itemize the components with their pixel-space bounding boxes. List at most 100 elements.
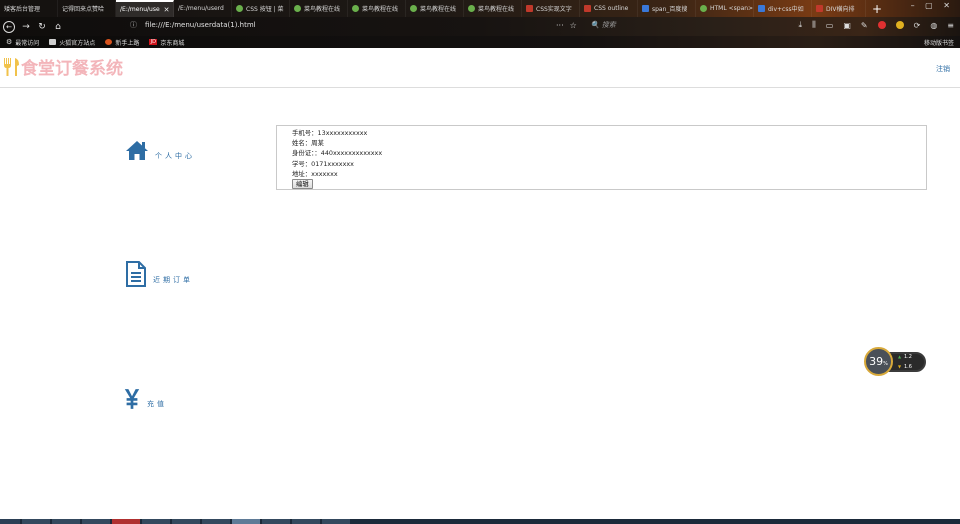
speed-unit: % [883,360,888,367]
student-id-field: 学号：0171xxxxxxx [292,159,354,168]
browser-tab[interactable]: CSS outline [580,0,638,17]
tab-label: CSS outline [594,5,629,12]
taskbar-item[interactable] [232,519,260,524]
taskbar-item[interactable] [202,519,230,524]
mobile-bookmarks[interactable]: 移动版书签 [924,38,954,47]
upload-speed: 1.2 [904,354,912,360]
browser-tab[interactable]: 菜鸟教程在线 [464,0,522,17]
bookmark-label: 京东商城 [160,39,185,47]
bookmark-getting-started[interactable]: 新手上路 [105,38,139,47]
tab-label: /E:/menu/userd [178,5,224,12]
browser-tab[interactable]: CSS实现文字 [522,0,580,17]
upload-arrow-icon: ▲ [898,354,902,359]
tab-favicon-icon [700,5,707,12]
search-placeholder: 搜索 [601,21,616,29]
download-icon[interactable]: ⤓ [799,20,803,30]
browser-tab[interactable]: 矮客后台管理 [0,0,58,17]
taskbar-item[interactable] [262,519,290,524]
screenshot-icon[interactable]: ▣ [843,21,851,30]
browser-tab-active[interactable]: /E:/menu/use ✕ [116,0,174,17]
id-card-field: 身份证：：440xxxxxxxxxxxxx [292,149,383,158]
back-arrow-icon[interactable]: ← [3,20,15,33]
browser-nav-bar: ← → ↻ ⌂ ⓘ file:///E:/menu/userdata(1).ht… [0,17,960,36]
reload-icon[interactable]: ↻ [34,22,50,32]
tab-label: 记得回来点赞哈 [62,6,105,13]
menu-item-personal-center[interactable]: 个人中心 [125,139,195,163]
network-speed-widget[interactable]: 39% ▲ 1.2 ▼ 1.6 [864,347,926,376]
browser-tab[interactable]: CSS 按钮 | 菜 [232,0,290,17]
taskbar-item[interactable] [142,519,170,524]
document-icon [126,261,146,287]
tab-favicon-icon [584,5,591,12]
speed-value: 39 [869,355,884,368]
tab-label: CSS实现文字 [536,6,572,13]
app-logo[interactable]: 食堂订餐系统 [2,54,123,79]
bookmark-jd[interactable]: JD 京东商城 [149,38,184,47]
browser-tab[interactable]: span_百度搜 [638,0,696,17]
download-arrow-icon: ▼ [898,364,902,369]
edit-button[interactable]: 编辑 [292,179,313,190]
shield-icon[interactable]: ◍ [930,21,937,30]
forward-arrow-icon[interactable]: → [18,22,34,32]
new-tab-icon[interactable]: + [872,2,882,16]
bookmark-star-icon[interactable]: ☆ [570,21,577,30]
taskbar-item[interactable] [112,519,140,524]
home-icon [126,141,148,160]
address-bar[interactable]: ⓘ file:///E:/menu/userdata(1).html [130,20,256,30]
tab-label: 矮客后台管理 [4,6,41,13]
extension-icon[interactable]: ✎ [861,21,868,30]
tab-label: 菜鸟教程在线 [362,6,399,13]
library-icon[interactable]: ⫼ [812,20,816,30]
folder-icon [49,39,57,45]
browser-tab[interactable]: 菜鸟教程在线 [290,0,348,17]
url-text[interactable]: file:///E:/menu/userdata(1).html [145,21,256,29]
taskbar-item[interactable] [52,519,80,524]
browser-tab[interactable]: 菜鸟教程在线 [406,0,464,17]
jd-icon: JD [149,39,158,45]
address-field: 地址：xxxxxxx [292,169,338,178]
info-icon[interactable]: ⓘ [130,20,137,30]
firefox-icon [105,39,113,45]
tab-label: /E:/menu/use [120,6,160,13]
phone-field: 手机号：13xxxxxxxxxxx [292,129,368,137]
browser-tab[interactable]: DIV横向排 [812,0,866,17]
tab-label: HTML <span> [710,5,754,12]
browser-tab[interactable]: 菜鸟教程在线 [348,0,406,17]
page-header: 食堂订餐系统 注销 [0,48,960,88]
taskbar-item[interactable] [22,519,50,524]
speed-gauge: 39% [864,347,893,376]
menu-label: 近期订单 [153,276,193,284]
extension-dot-icon[interactable] [895,21,904,29]
tab-favicon-icon [352,5,359,12]
more-actions-icon[interactable]: ··· [556,21,564,30]
tab-favicon-icon [816,5,823,12]
close-tab-icon[interactable]: ✕ [164,6,170,14]
logout-link[interactable]: 注销 [936,64,950,74]
taskbar-item[interactable] [322,519,350,524]
taskbar-item[interactable] [172,519,200,524]
bookmark-most-visited[interactable]: ⚙ 最常访问 [6,38,39,47]
taskbar-item[interactable] [292,519,320,524]
home-nav-icon[interactable]: ⌂ [50,22,66,32]
browser-tab[interactable]: 记得回来点赞哈 [58,0,116,17]
yen-icon [124,389,140,409]
sync-icon[interactable]: ⟳ [914,21,921,30]
browser-tab-bar: 矮客后台管理 记得回来点赞哈 /E:/menu/use ✕ /E:/menu/us… [0,0,960,17]
bookmark-firefox-site[interactable]: 火狐官方站点 [49,38,95,47]
bookmark-label: 最常访问 [15,39,40,47]
browser-tab[interactable]: /E:/menu/userd [174,0,232,17]
name-field: 姓名：周某 [292,139,324,148]
adblock-icon[interactable] [877,21,886,29]
menu-item-recharge[interactable]: 充值 [123,387,167,411]
gear-icon: ⚙ [6,38,13,46]
menu-icon[interactable]: ≡ [947,21,954,30]
taskbar-item[interactable] [82,519,110,524]
browser-tab[interactable]: div+css中如 [754,0,812,17]
window-controls[interactable]: – ▢ ✕ [911,1,954,10]
bookmarks-bar: ⚙ 最常访问 火狐官方站点 新手上路 JD 京东商城 [0,36,960,48]
search-input[interactable]: 🔍 搜索 [591,20,616,30]
sidebar-icon[interactable]: ▭ [826,21,834,30]
taskbar-item[interactable] [0,519,20,524]
browser-tab[interactable]: HTML <span> [696,0,754,17]
menu-item-recent-orders[interactable]: 近期订单 [124,261,193,287]
